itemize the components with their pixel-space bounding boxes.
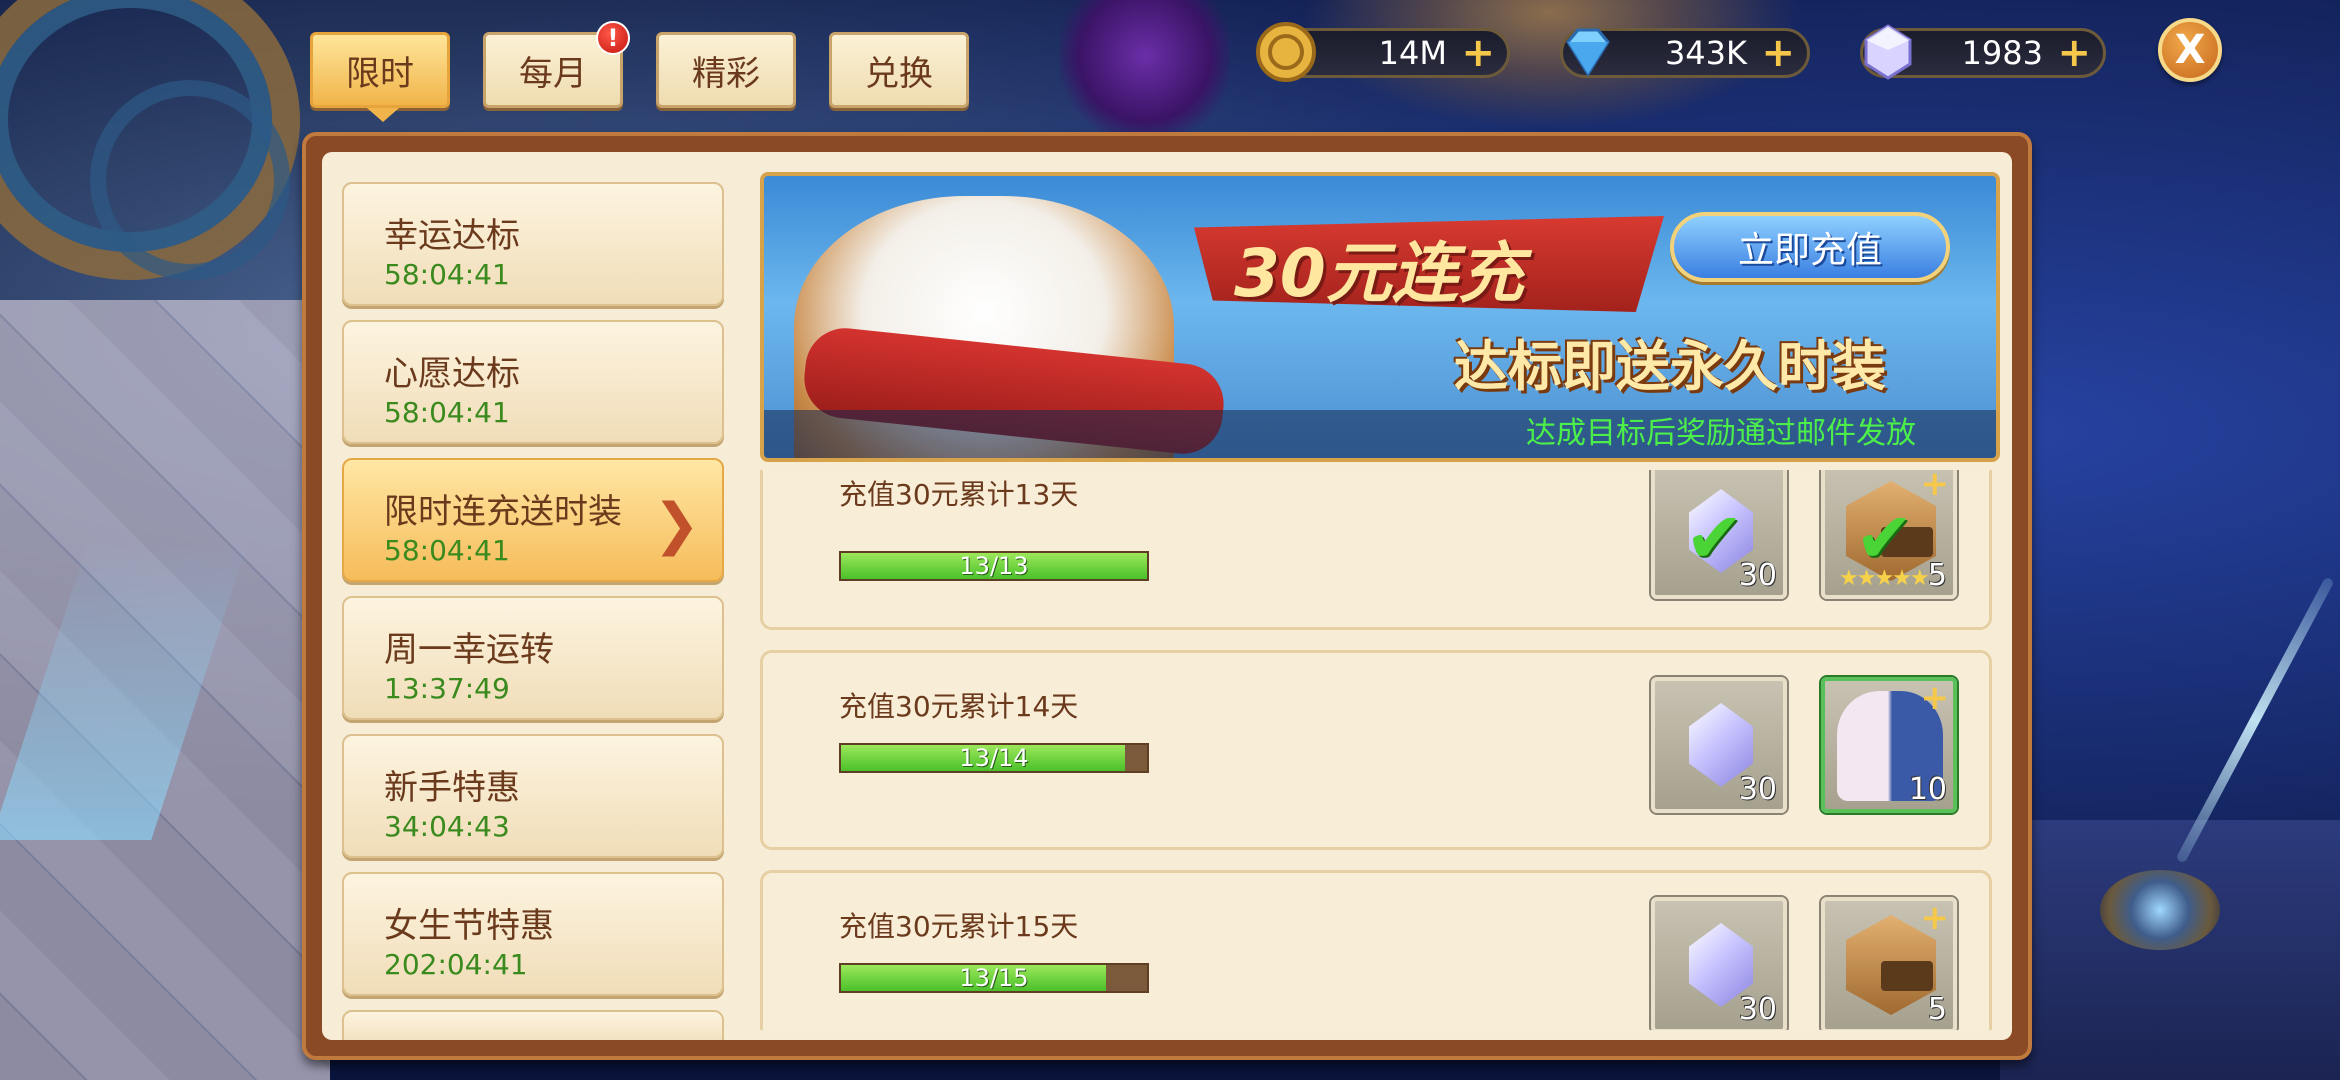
star-rating: ★★★★★ — [1839, 566, 1930, 591]
reward-count: 5 — [1927, 992, 1947, 1027]
reward-condition: 充值30元累计14天 — [839, 690, 1079, 723]
currency-diamond-value: 343K — [1664, 34, 1747, 72]
sidebar-item-title: 限时连充送时装 — [384, 492, 622, 532]
reward-count: 30 — [1738, 558, 1777, 593]
plus-icon: + — [1920, 898, 1950, 938]
reward-row: 充值30元累计14天 13/14 30 + 10 — [760, 650, 1992, 850]
sidebar-item-title: 女生节特惠 — [384, 906, 554, 946]
plus-icon: + — [1920, 470, 1950, 504]
plus-icon: + — [1920, 678, 1950, 718]
sidebar-item-wish-target[interactable]: 心愿达标 58:04:41 — [342, 320, 724, 444]
sidebar-item-newbie-deal[interactable]: 新手特惠 34:04:43 — [342, 734, 724, 858]
tab-monthly[interactable]: 每月 ! — [483, 21, 630, 108]
reward-count: 30 — [1738, 772, 1777, 807]
sidebar-item-timer: 58:04:41 — [384, 396, 510, 429]
sidebar-item-timer: 34:04:43 — [384, 810, 510, 843]
progress-bar: 13/13 — [839, 551, 1149, 581]
reward-slot[interactable]: + 5 — [1821, 897, 1957, 1030]
sidebar-item-title: 新手特惠 — [384, 768, 520, 808]
reward-condition: 充值30元累计15天 — [839, 910, 1079, 943]
background-pedestal — [2100, 870, 2220, 950]
reward-count: 30 — [1738, 992, 1777, 1027]
sidebar-item-partial[interactable] — [342, 1010, 724, 1040]
background-right-floor — [2000, 820, 2340, 1080]
recharge-now-button[interactable]: 立即充值 — [1670, 212, 1950, 282]
background-window — [90, 80, 290, 280]
banner-subtitle: 达标即送永久时装 — [1454, 335, 1886, 398]
gold-coin-icon — [1256, 22, 1316, 82]
currency-crystal-value: 1983 — [1961, 34, 2043, 72]
checkmark-icon: ✔ — [1685, 497, 1744, 579]
notification-badge: ! — [596, 21, 630, 55]
reward-count: 5 — [1927, 558, 1947, 593]
sidebar-item-title: 周一幸运转 — [384, 630, 554, 670]
sidebar-item-title: 心愿达标 — [384, 354, 520, 394]
banner-title: 30元连充 — [1234, 235, 1524, 312]
tab-limited[interactable]: 限时 — [310, 32, 450, 108]
sidebar-item-lucky-target[interactable]: 幸运达标 58:04:41 — [342, 182, 724, 306]
reward-count: 10 — [1908, 772, 1947, 807]
sidebar-item-timer: 13:37:49 — [384, 672, 510, 705]
reward-slot[interactable]: + 10 — [1821, 677, 1957, 813]
reward-list[interactable]: 充值30元累计13天 13/13 ✔ 30 ✔ + ★★★★★ 5 充值30元累… — [760, 470, 2000, 1030]
promo-banner: 30元连充 达标即送永久时装 立即充值 达成目标后奖励通过邮件发放 — [760, 172, 2000, 462]
panel-content: 幸运达标 58:04:41 心愿达标 58:04:41 限时连充送时装 58:0… — [322, 152, 2012, 1040]
tab-exchange[interactable]: 兑换 — [829, 32, 969, 108]
progress-bar: 13/14 — [839, 743, 1149, 773]
add-diamond-button[interactable]: + — [1761, 33, 1795, 73]
tab-featured[interactable]: 精彩 — [656, 32, 796, 108]
sidebar-item-monday-wheel[interactable]: 周一幸运转 13:37:49 — [342, 596, 724, 720]
sidebar-item-title: 幸运达标 — [384, 216, 520, 256]
sidebar-item-recharge-outfit[interactable]: 限时连充送时装 58:04:41 ❯ — [342, 458, 724, 582]
reward-row: 充值30元累计13天 13/13 ✔ 30 ✔ + ★★★★★ 5 — [760, 470, 1992, 630]
add-gold-button[interactable]: + — [1461, 33, 1495, 73]
sidebar-item-timer: 202:04:41 — [384, 948, 528, 981]
currency-gold-value: 14M — [1378, 34, 1447, 72]
chevron-right-icon: ❯ — [653, 492, 700, 557]
tab-pointer — [367, 108, 399, 122]
tab-monthly-label: 每月 — [519, 53, 587, 94]
progress-bar: 13/15 — [839, 963, 1149, 993]
sidebar-item-timer: 58:04:41 — [384, 534, 510, 567]
sidebar-item-timer: 58:04:41 — [384, 258, 510, 291]
reward-row: 充值30元累计15天 13/15 30 + 5 — [760, 870, 1992, 1030]
reward-slot[interactable]: ✔ + ★★★★★ 5 — [1821, 470, 1957, 599]
progress-text: 13/15 — [959, 964, 1029, 992]
add-crystal-button[interactable]: + — [2057, 33, 2091, 73]
close-button[interactable]: X — [2158, 18, 2222, 82]
reward-slot[interactable]: 30 — [1651, 897, 1787, 1030]
banner-note: 达成目标后奖励通过邮件发放 — [1526, 416, 1916, 451]
progress-text: 13/13 — [959, 552, 1029, 580]
reward-slot[interactable]: 30 — [1651, 677, 1787, 813]
progress-text: 13/14 — [959, 744, 1029, 772]
reward-slot[interactable]: ✔ 30 — [1651, 470, 1787, 599]
diamond-icon — [1566, 28, 1610, 77]
background-dragon — [1060, 0, 1230, 140]
activity-panel: 幸运达标 58:04:41 心愿达标 58:04:41 限时连充送时装 58:0… — [302, 132, 2032, 1060]
reward-condition: 充值30元累计13天 — [839, 478, 1079, 511]
sidebar-item-girls-day[interactable]: 女生节特惠 202:04:41 — [342, 872, 724, 996]
crystal-icon — [1864, 24, 1912, 80]
